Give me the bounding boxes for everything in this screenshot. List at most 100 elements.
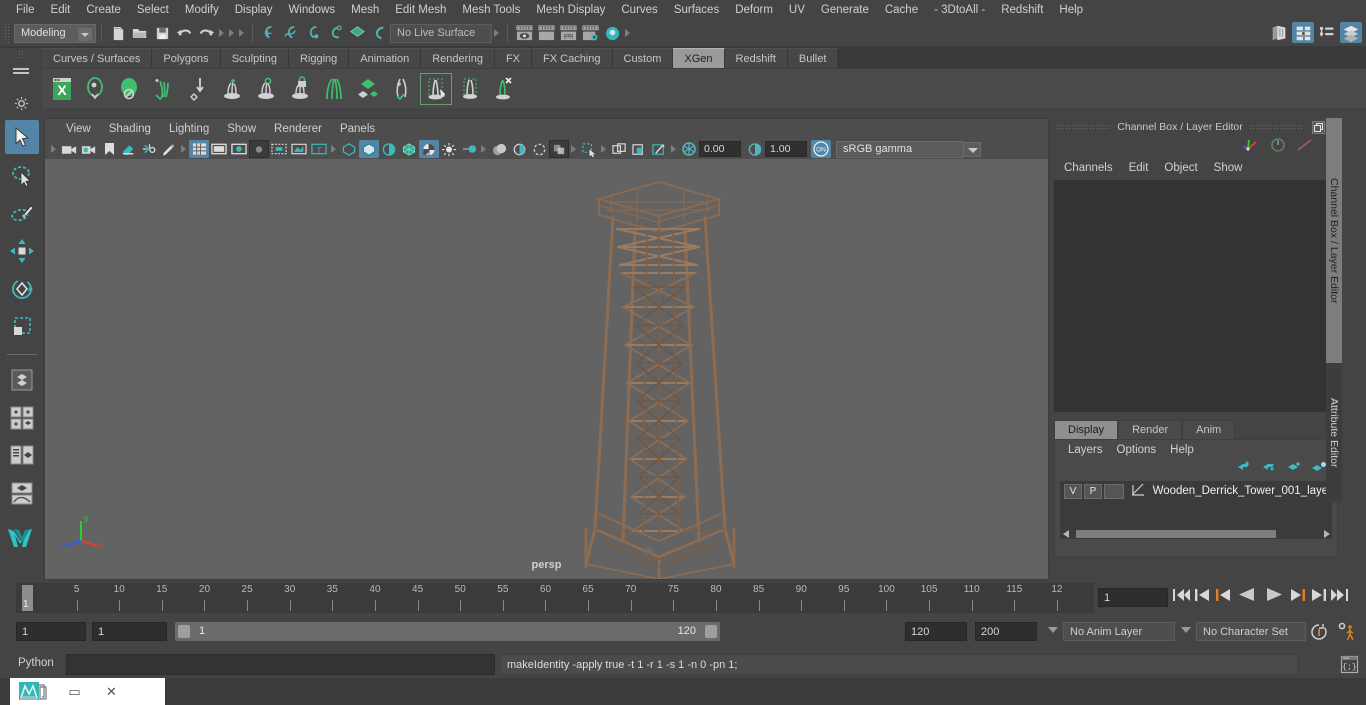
collapse-arrow-icon-5[interactable] xyxy=(623,24,633,42)
exposure-icon[interactable] xyxy=(679,140,699,158)
maya-logo-icon[interactable] xyxy=(5,521,39,555)
script-editor-icon[interactable]: {;} xyxy=(1340,655,1359,674)
shelf-hamburger-icon[interactable] xyxy=(13,64,29,82)
quad-layout-icon[interactable] xyxy=(5,363,39,397)
menu-3dtoall[interactable]: - 3DtoAll - xyxy=(926,1,993,19)
save-scene-icon[interactable] xyxy=(151,23,173,44)
shelf-tab-animation[interactable]: Animation xyxy=(349,48,422,68)
xgen-modifier-icon[interactable] xyxy=(250,73,282,105)
shelf-grip[interactable] xyxy=(17,50,25,58)
vertical-tab-channel-box[interactable]: Channel Box / Layer Editor xyxy=(1326,118,1342,363)
exposure-field[interactable]: 0.00 xyxy=(699,141,741,157)
layer-list[interactable]: V P Wooden_Derrick_Tower_001_layer xyxy=(1060,481,1332,539)
xgen-density-icon[interactable] xyxy=(352,73,384,105)
xray-icon[interactable] xyxy=(549,140,569,158)
shadows-icon[interactable] xyxy=(419,140,439,158)
step-back-frame-icon[interactable] xyxy=(1214,587,1231,608)
layer-color-swatch-icon[interactable] xyxy=(1130,481,1146,502)
menu-curves[interactable]: Curves xyxy=(613,1,665,19)
xgen-sphere-icon[interactable] xyxy=(114,73,146,105)
2d-pan-zoom-icon[interactable] xyxy=(139,140,159,158)
ipr-render-icon[interactable]: IPR xyxy=(557,23,579,44)
shelf-tab-fx-caching[interactable]: FX Caching xyxy=(532,48,613,68)
resolution-gate-icon[interactable] xyxy=(229,140,249,158)
menu-cache[interactable]: Cache xyxy=(877,1,926,19)
camera-attributes-icon[interactable] xyxy=(79,140,99,158)
render-current-frame-icon[interactable] xyxy=(513,23,535,44)
menu-generate[interactable]: Generate xyxy=(813,1,877,19)
move-tool[interactable] xyxy=(5,234,39,268)
menu-help[interactable]: Help xyxy=(1051,1,1091,19)
hypershade-window-icon[interactable] xyxy=(1268,22,1290,43)
layer-visibility-toggle[interactable]: V xyxy=(1064,483,1082,499)
collapse-arrow-icon-2[interactable] xyxy=(227,24,237,42)
snap-point-icon[interactable] xyxy=(302,23,324,44)
layer-tab-anim[interactable]: Anim xyxy=(1182,420,1236,439)
anim-layer-select[interactable]: No Anim Layer xyxy=(1063,622,1175,641)
vertical-tab-attribute-editor[interactable]: Attribute Editor xyxy=(1326,363,1342,503)
rotate-tool[interactable] xyxy=(5,272,39,306)
depth-of-field-icon[interactable] xyxy=(509,140,529,158)
isolate-select-icon[interactable] xyxy=(529,140,549,158)
shelf-tab-curves-surfaces[interactable]: Curves / Surfaces xyxy=(42,48,153,68)
diagonal-line-icon[interactable] xyxy=(1296,137,1314,158)
screen-space-ao-icon[interactable] xyxy=(439,140,459,158)
range-end-field[interactable]: 200 xyxy=(975,622,1037,641)
maya-app-icon[interactable] xyxy=(10,681,56,703)
step-forward-frame-icon[interactable] xyxy=(1290,587,1307,608)
xgen-comb-icon[interactable] xyxy=(318,73,350,105)
wooden-derrick-tower-model[interactable] xyxy=(539,169,779,579)
layer-menu-layers[interactable]: Layers xyxy=(1061,443,1110,457)
snap-projected-center-icon[interactable] xyxy=(324,23,346,44)
range-handle-left[interactable] xyxy=(178,625,190,638)
gamma-icon[interactable] xyxy=(745,140,765,158)
statusbar-grip[interactable] xyxy=(4,23,11,43)
undo-icon[interactable] xyxy=(173,23,195,44)
viewport-toolbar-collapse-icon[interactable] xyxy=(49,140,59,158)
channel-menu-show[interactable]: Show xyxy=(1206,161,1251,175)
move-layer-up-icon[interactable] xyxy=(1236,460,1252,478)
go-to-start-icon[interactable] xyxy=(1172,587,1191,608)
command-input[interactable] xyxy=(66,654,495,675)
step-forward-keyframe-icon[interactable] xyxy=(1310,587,1327,608)
command-result-field[interactable]: makeIdentity -apply true -t 1 -r 1 -s 1 … xyxy=(500,654,1298,675)
layer-shading-toggle[interactable] xyxy=(1103,483,1124,499)
menu-redshift[interactable]: Redshift xyxy=(993,1,1051,19)
range-handle-right[interactable] xyxy=(705,625,717,638)
xgen-clump-icon[interactable] xyxy=(420,72,452,105)
menu-edit[interactable]: Edit xyxy=(43,1,79,19)
new-layer-icon[interactable] xyxy=(1286,460,1302,478)
go-to-end-icon[interactable] xyxy=(1330,587,1349,608)
current-frame-field[interactable]: 1 xyxy=(1098,588,1168,607)
menu-mesh[interactable]: Mesh xyxy=(343,1,387,19)
layer-tab-render[interactable]: Render xyxy=(1118,420,1183,439)
redo-icon[interactable] xyxy=(195,23,217,44)
field-chart-icon[interactable] xyxy=(269,140,289,158)
xgen-add-grooming-icon[interactable] xyxy=(216,73,248,105)
play-forwards-icon[interactable] xyxy=(1265,586,1284,608)
layer-tab-display[interactable]: Display xyxy=(1054,420,1119,439)
viewport-display-layer-icon[interactable] xyxy=(629,140,649,158)
xgen-lock-icon[interactable] xyxy=(284,73,316,105)
xgen-delete-icon[interactable] xyxy=(488,73,520,105)
shelf-settings-gear-icon[interactable] xyxy=(14,96,29,116)
auto-keyframe-icon[interactable] xyxy=(1310,623,1328,646)
range-start-field[interactable]: 1 xyxy=(16,622,86,641)
gate-mask-icon[interactable] xyxy=(249,140,269,158)
snap-view-plane-icon[interactable] xyxy=(346,23,368,44)
minimize-button[interactable]: ▭ xyxy=(56,678,93,705)
shelf-tab-rigging[interactable]: Rigging xyxy=(288,48,350,68)
outliner-icon[interactable] xyxy=(1292,22,1314,43)
viewport-select-region-icon[interactable] xyxy=(649,140,669,158)
viewport-menu-lighting[interactable]: Lighting xyxy=(160,122,218,136)
menu-modify[interactable]: Modify xyxy=(177,1,227,19)
wireframe-icon[interactable] xyxy=(339,140,359,158)
film-gate-icon[interactable] xyxy=(209,140,229,158)
gamma-field[interactable]: 1.00 xyxy=(765,141,807,157)
menu-mesh-display[interactable]: Mesh Display xyxy=(528,1,613,19)
motion-blur-icon[interactable] xyxy=(459,140,479,158)
time-slider[interactable]: 1 5 10 15 20 25 30 35 40 45 50 55 60 65 70 75 80 85 90 95 1… xyxy=(16,583,1094,613)
image-plane-icon[interactable] xyxy=(119,140,139,158)
menu-uv[interactable]: UV xyxy=(781,1,813,19)
layer-menu-options[interactable]: Options xyxy=(1110,443,1164,457)
